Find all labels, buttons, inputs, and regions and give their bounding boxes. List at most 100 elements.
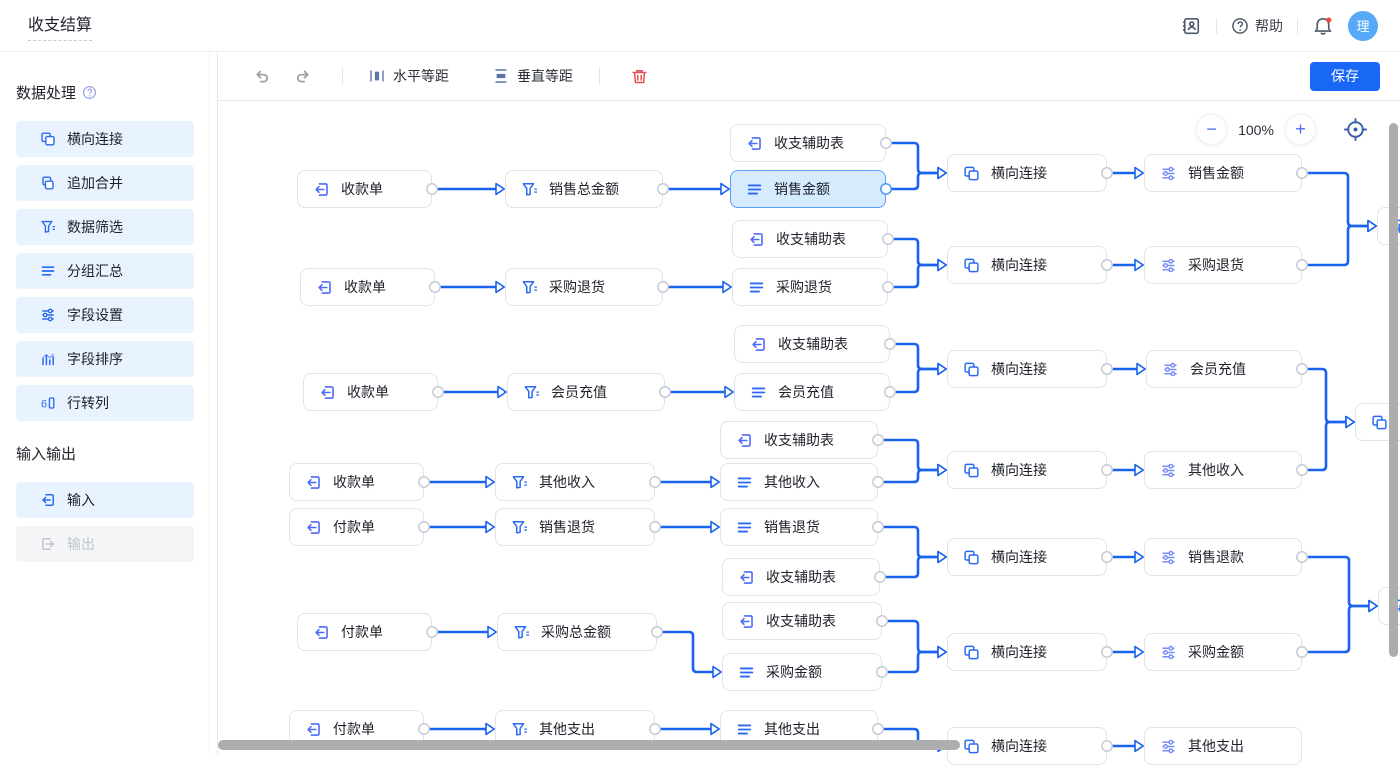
flow-node-b3[interactable]: 会员充值 [507,373,665,411]
flow-node-e5[interactable]: 销售退款 [1144,538,1302,576]
horizontal-space-label: 水平等距 [393,66,449,86]
horizontal-space-button[interactable]: 水平等距 [369,66,449,86]
flow-node-aux5[interactable]: 收支辅助表 [722,558,880,596]
zoom-out-button[interactable]: − [1196,114,1227,145]
group-icon [736,474,753,491]
flow-node-aux6[interactable]: 收支辅助表 [722,602,882,640]
merge-icon [963,462,980,479]
sidebar-item-sort[interactable]: 字段排序 [16,341,194,377]
input-icon [316,279,333,296]
input-icon [319,384,336,401]
sidebar-item-group[interactable]: 分组汇总 [16,253,194,289]
fields-icon [1160,462,1177,479]
input-icon [750,336,767,353]
flow-node-a4[interactable]: 收款单 [289,463,424,501]
flow-node-d7[interactable]: 横向连接 [947,727,1107,765]
sidebar-item-input[interactable]: 输入 [16,482,194,518]
flow-node-a5[interactable]: 付款单 [289,508,424,546]
group-icon [748,279,765,296]
vertical-space-label: 垂直等距 [517,66,573,86]
horizontal-scrollbar[interactable] [218,740,960,750]
input-icon [738,569,755,586]
group-icon [40,263,56,279]
filter-icon [511,474,528,491]
flow-node-e1[interactable]: 销售金额 [1144,154,1302,192]
notification-bell-icon[interactable] [1312,15,1334,37]
flow-node-d4[interactable]: 横向连接 [947,451,1107,489]
flow-node-a3[interactable]: 收款单 [303,373,438,411]
flow-node-aux4[interactable]: 收支辅助表 [720,421,878,459]
locate-center-icon[interactable] [1340,115,1370,145]
merge-icon [963,644,980,661]
sidebar: 数据处理 横向连接追加合并数据筛选分组汇总字段设置字段排序6行转列 输入输出 输… [0,52,210,755]
flow-node-d5[interactable]: 横向连接 [947,538,1107,576]
flow-node-b5[interactable]: 销售退货 [495,508,655,546]
user-avatar[interactable]: 理 [1348,11,1378,41]
flow-node-d1[interactable]: 横向连接 [947,154,1107,192]
flow-node-aux3[interactable]: 收支辅助表 [734,325,890,363]
zoom-in-button[interactable]: + [1285,114,1316,145]
flow-node-e6[interactable]: 采购金额 [1144,633,1302,671]
filter-icon [513,624,530,641]
help-label: 帮助 [1255,16,1283,36]
flow-node-b2[interactable]: 采购退货 [505,268,663,306]
flow-node-d6[interactable]: 横向连接 [947,633,1107,671]
redo-button[interactable] [290,63,316,89]
flow-node-a1[interactable]: 收款单 [297,170,432,208]
group-icon [736,519,753,536]
group-icon [736,721,753,738]
output-icon [40,536,56,552]
merge-icon [1371,414,1388,431]
flow-node-b1[interactable]: 销售总金额 [505,170,663,208]
vertical-space-button[interactable]: 垂直等距 [493,66,573,86]
save-button[interactable]: 保存 [1310,62,1380,91]
horizontal-space-icon [369,68,385,84]
flow-node-d2[interactable]: 横向连接 [947,246,1107,284]
input-icon [738,613,755,630]
svg-text:6: 6 [41,399,47,411]
flow-node-b4[interactable]: 其他收入 [495,463,655,501]
flow-node-c3[interactable]: 会员充值 [734,373,890,411]
flow-node-c5[interactable]: 销售退货 [720,508,878,546]
input-icon [736,432,753,449]
sidebar-section-title: 输入输出 [16,443,193,464]
sort-icon [40,351,56,367]
flow-node-a2[interactable]: 收款单 [300,268,435,306]
flow-node-e7[interactable]: 其他支出 [1144,727,1302,765]
flow-node-e3[interactable]: 会员充值 [1146,350,1302,388]
input-icon [313,624,330,641]
undo-button[interactable] [248,63,274,89]
group-icon [746,181,763,198]
section-help-icon[interactable] [82,85,97,100]
vertical-scrollbar[interactable] [1389,123,1398,657]
input-icon [313,181,330,198]
flow-node-c1[interactable]: 销售金额 [730,170,886,208]
flow-node-b6[interactable]: 采购总金额 [497,613,657,651]
flow-node-a6[interactable]: 付款单 [297,613,432,651]
flow-node-e2[interactable]: 采购退货 [1144,246,1302,284]
app-header: 收支结算 帮助 [0,0,1400,52]
flow-node-e4[interactable]: 其他收入 [1144,451,1302,489]
input-icon [305,474,322,491]
fields-icon [1160,257,1177,274]
sidebar-item-append[interactable]: 追加合并 [16,165,194,201]
flow-node-c2[interactable]: 采购退货 [732,268,888,306]
divider [599,67,600,85]
flow-node-c4[interactable]: 其他收入 [720,463,878,501]
flow-node-c6[interactable]: 采购金额 [722,653,882,691]
fields-icon [1160,644,1177,661]
sidebar-item-fields[interactable]: 字段设置 [16,297,194,333]
sidebar-item-merge[interactable]: 横向连接 [16,121,194,157]
page-title-wrap: 收支结算 [28,11,92,41]
flow-node-aux2[interactable]: 收支辅助表 [732,220,888,258]
sidebar-item-pivot[interactable]: 6行转列 [16,385,194,421]
delete-trash-icon[interactable] [626,63,652,89]
contacts-icon[interactable] [1180,15,1202,37]
merge-icon [963,738,980,755]
sidebar-item-filter[interactable]: 数据筛选 [16,209,194,245]
flow-node-d3[interactable]: 横向连接 [947,350,1107,388]
input-icon [40,492,56,508]
help-button[interactable]: 帮助 [1231,16,1283,36]
merge-icon [963,257,980,274]
flow-node-aux1[interactable]: 收支辅助表 [730,124,886,162]
